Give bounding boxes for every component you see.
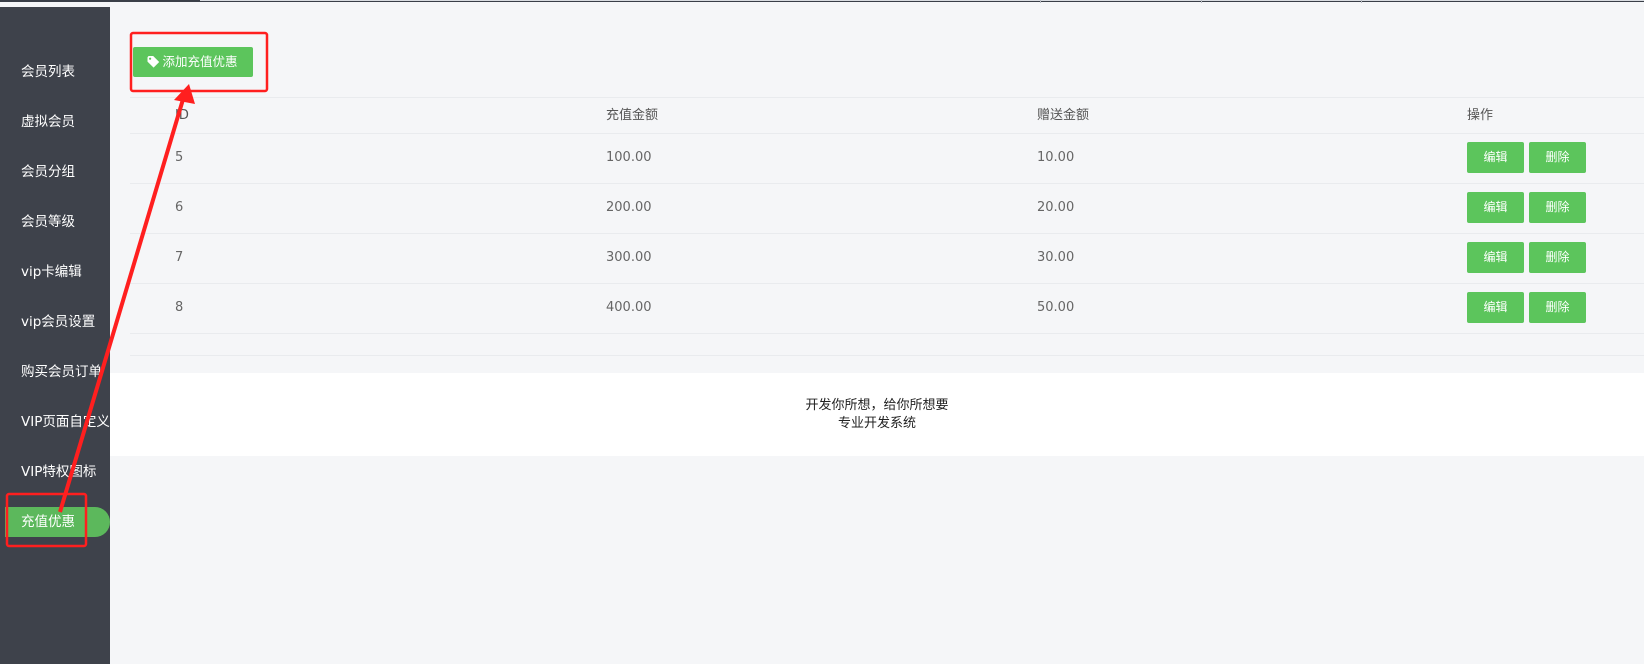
sidebar-item-label: 会员列表 [21,64,75,80]
sidebar-item-recharge-discount[interactable]: 充值优惠 [5,507,110,537]
sidebar-item-member-list[interactable]: 会员列表 [0,57,110,87]
cell-bonus: 30.00 [1037,250,1075,265]
table-row: 8 400.00 50.00 编辑 删除 [130,283,1644,333]
header-actions: 操作 [1467,108,1494,123]
main-content: 添加充值优惠 ID 充值金额 赠送金额 操作 5 100.00 10.00 编辑… [110,7,1644,664]
recharge-discount-table: ID 充值金额 赠送金额 操作 5 100.00 10.00 编辑 删除 6 2… [130,97,1644,356]
sidebar-item-vip-privilege-icons[interactable]: VIP特权图标 [0,457,110,487]
header-id: ID [175,108,189,123]
sidebar-item-label: 会员分组 [21,164,75,180]
delete-button[interactable]: 删除 [1529,242,1586,273]
table-row: 5 100.00 10.00 编辑 删除 [130,133,1644,183]
table-row: 6 200.00 20.00 编辑 删除 [130,183,1644,233]
top-bar-divider [200,0,1644,1]
table-footer-spacer [130,333,1644,356]
footer-subtitle: 专业开发系统 [837,416,916,431]
sidebar: 会员列表 虚拟会员 会员分组 会员等级 vip卡编辑 vip会员设置 购买会员订… [0,7,110,664]
cell-bonus: 10.00 [1037,150,1075,165]
sidebar-item-label: VIP特权图标 [21,464,97,480]
delete-button[interactable]: 删除 [1529,142,1586,173]
sidebar-item-label: 会员等级 [21,214,75,230]
cell-id: 5 [175,150,184,165]
cell-amount: 100.00 [606,150,652,165]
sidebar-item-vip-card-edit[interactable]: vip卡编辑 [0,257,110,287]
cell-amount: 300.00 [606,250,652,265]
sidebar-item-vip-settings[interactable]: vip会员设置 [0,307,110,337]
add-button-label: 添加充值优惠 [162,54,238,69]
sidebar-item-membership-orders[interactable]: 购买会员订单 [0,357,110,387]
sidebar-item-label: vip卡编辑 [21,264,82,280]
cell-bonus: 50.00 [1037,300,1075,315]
tag-icon [147,56,160,68]
sidebar-item-label: 购买会员订单 [21,364,102,380]
cell-bonus: 20.00 [1037,200,1075,215]
header-amount: 充值金额 [606,108,659,123]
sidebar-item-vip-page-custom[interactable]: VIP页面自定义 [0,407,110,437]
footer-slogan: 开发你所想，给你所想要 [805,398,949,413]
cell-amount: 200.00 [606,200,652,215]
sidebar-item-label: VIP页面自定义 [21,414,110,430]
sidebar-item-label: 充值优惠 [21,514,75,530]
cell-amount: 400.00 [606,300,652,315]
add-recharge-discount-button[interactable]: 添加充值优惠 [133,47,253,77]
edit-button[interactable]: 编辑 [1467,142,1524,173]
sidebar-item-member-groups[interactable]: 会员分组 [0,157,110,187]
header-bonus: 赠送金额 [1037,108,1090,123]
cell-id: 8 [175,300,184,315]
cell-id: 7 [175,250,184,265]
sidebar-item-virtual-members[interactable]: 虚拟会员 [0,107,110,137]
top-bar-separator [1201,0,1202,3]
sidebar-item-label: vip会员设置 [21,314,96,330]
sidebar-item-label: 虚拟会员 [21,114,75,130]
top-bar-separator [1040,0,1041,3]
edit-button[interactable]: 编辑 [1467,192,1524,223]
top-bar-separator [1361,0,1362,3]
sidebar-item-member-levels[interactable]: 会员等级 [0,207,110,237]
cell-id: 6 [175,200,184,215]
edit-button[interactable]: 编辑 [1467,242,1524,273]
delete-button[interactable]: 删除 [1529,292,1586,323]
delete-button[interactable]: 删除 [1529,192,1586,223]
edit-button[interactable]: 编辑 [1467,292,1524,323]
table-row: 7 300.00 30.00 编辑 删除 [130,233,1644,283]
table-header-row: ID 充值金额 赠送金额 操作 [130,97,1644,133]
page-footer: 开发你所想，给你所想要 专业开发系统 [110,373,1644,456]
